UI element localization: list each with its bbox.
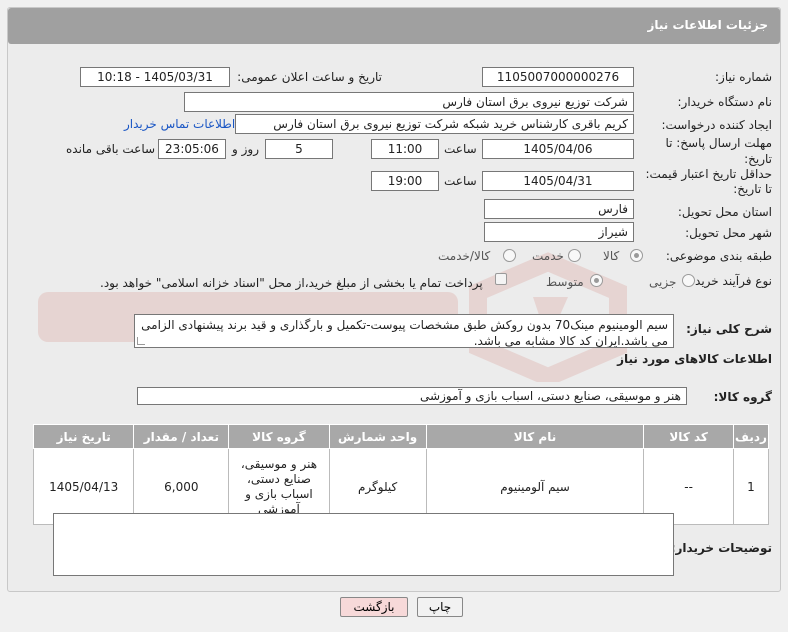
process-option-medium: متوسط	[546, 275, 584, 289]
announce-datetime-field[interactable]: 1405/03/31 - 10:18	[80, 67, 230, 87]
need-number-field[interactable]: 1105007000000276	[482, 67, 634, 87]
process-radio-medium[interactable]	[590, 274, 603, 287]
goods-group-field[interactable]: هنر و موسیقی، صنایع دستی، اسباب بازی و آ…	[137, 387, 687, 405]
back-button[interactable]: بازگشت	[340, 597, 408, 617]
remaining-time-label: ساعت باقی مانده	[66, 142, 156, 156]
goods-section-title: اطلاعات کالاهای مورد نیاز	[617, 352, 772, 366]
days-remaining-field[interactable]: 5	[265, 139, 333, 159]
remaining-time-field[interactable]: 23:05:06	[158, 139, 226, 159]
col-qty: تعداد / مقدار	[133, 424, 230, 449]
validity-time-label: ساعت	[444, 174, 477, 188]
category-label: طبقه بندی موضوعی:	[665, 249, 772, 263]
city-field[interactable]: شیراز	[484, 222, 634, 242]
deadline-time-field[interactable]: 11:00	[371, 139, 439, 159]
province-label: استان محل تحویل:	[677, 205, 772, 219]
category-radio-goods[interactable]	[630, 249, 643, 262]
category-option-goods: کالا	[603, 249, 620, 263]
goods-table-header: ردیف کد کالا نام کالا واحد شمارش گروه کا…	[32, 424, 770, 449]
goods-group-label: گروه کالا:	[713, 390, 772, 404]
col-name: نام کالا	[425, 424, 645, 449]
buyer-contact-link[interactable]: اطلاعات تماس خریدار	[124, 117, 235, 131]
buyer-notes-label: توضیحات خریدار:	[670, 541, 772, 555]
treasury-payment-checkbox[interactable]	[495, 273, 507, 285]
deadline-label: مهلت ارسال پاسخ: تا	[665, 136, 772, 150]
cell-row: 1	[732, 448, 770, 525]
col-code: کد کالا	[643, 424, 734, 449]
col-date: تاریخ نیاز	[32, 424, 135, 449]
page-header: جزئیات اطلاعات نیاز	[8, 8, 780, 44]
announce-datetime-label: تاریخ و ساعت اعلان عمومی:	[237, 70, 382, 84]
description-label: شرح کلی نیاز:	[686, 322, 772, 336]
city-label: شهر محل تحویل:	[685, 226, 772, 240]
category-option-service: خدمت	[532, 249, 564, 263]
process-option-minor: جزیی	[649, 275, 677, 289]
description-textarea[interactable]: سیم الومینیوم مینک70 بدون روکش طبق مشخصا…	[134, 314, 674, 348]
days-label: روز و	[232, 142, 259, 156]
col-row: ردیف	[732, 424, 770, 449]
min-validity-label-date: تا تاریخ:	[733, 182, 772, 196]
process-radio-minor[interactable]	[682, 274, 695, 287]
validity-time-field[interactable]: 19:00	[371, 171, 439, 191]
category-option-goods-service: کالا/خدمت	[438, 249, 491, 263]
creator-label: ایجاد کننده درخواست:	[661, 118, 772, 132]
resize-handle[interactable]	[137, 337, 145, 345]
buyer-org-field[interactable]: شرکت توزیع نیروی برق استان فارس	[184, 92, 634, 112]
creator-field[interactable]: کریم باقری کارشناس خرید شبکه شرکت توزیع …	[235, 114, 634, 134]
category-radio-service[interactable]	[568, 249, 581, 262]
deadline-time-label: ساعت	[444, 142, 477, 156]
buyer-notes-textarea[interactable]	[53, 513, 674, 576]
province-field[interactable]: فارس	[484, 199, 634, 219]
print-button[interactable]: چاپ	[417, 597, 463, 617]
deadline-date-field[interactable]: 1405/04/06	[482, 139, 634, 159]
category-radio-goods-service[interactable]	[503, 249, 516, 262]
page-title: جزئیات اطلاعات نیاز	[647, 18, 768, 32]
deadline-label-date: تاریخ:	[744, 152, 772, 166]
buyer-org-label: نام دستگاه خریدار:	[677, 95, 773, 109]
col-unit: واحد شمارش	[328, 424, 427, 449]
min-validity-label: حداقل تاریخ اعتبار قیمت:	[645, 167, 772, 181]
col-group: گروه کالا	[228, 424, 330, 449]
treasury-payment-note: پرداخت تمام یا بخشی از مبلغ خرید،از محل …	[100, 276, 483, 290]
process-type-label: نوع فرآیند خرید :	[687, 274, 772, 288]
goods-table: ردیف کد کالا نام کالا واحد شمارش گروه کا…	[32, 424, 770, 525]
validity-date-field[interactable]: 1405/04/31	[482, 171, 634, 191]
need-number-label: شماره نیاز:	[715, 70, 772, 84]
description-text: سیم الومینیوم مینک70 بدون روکش طبق مشخصا…	[141, 318, 668, 348]
